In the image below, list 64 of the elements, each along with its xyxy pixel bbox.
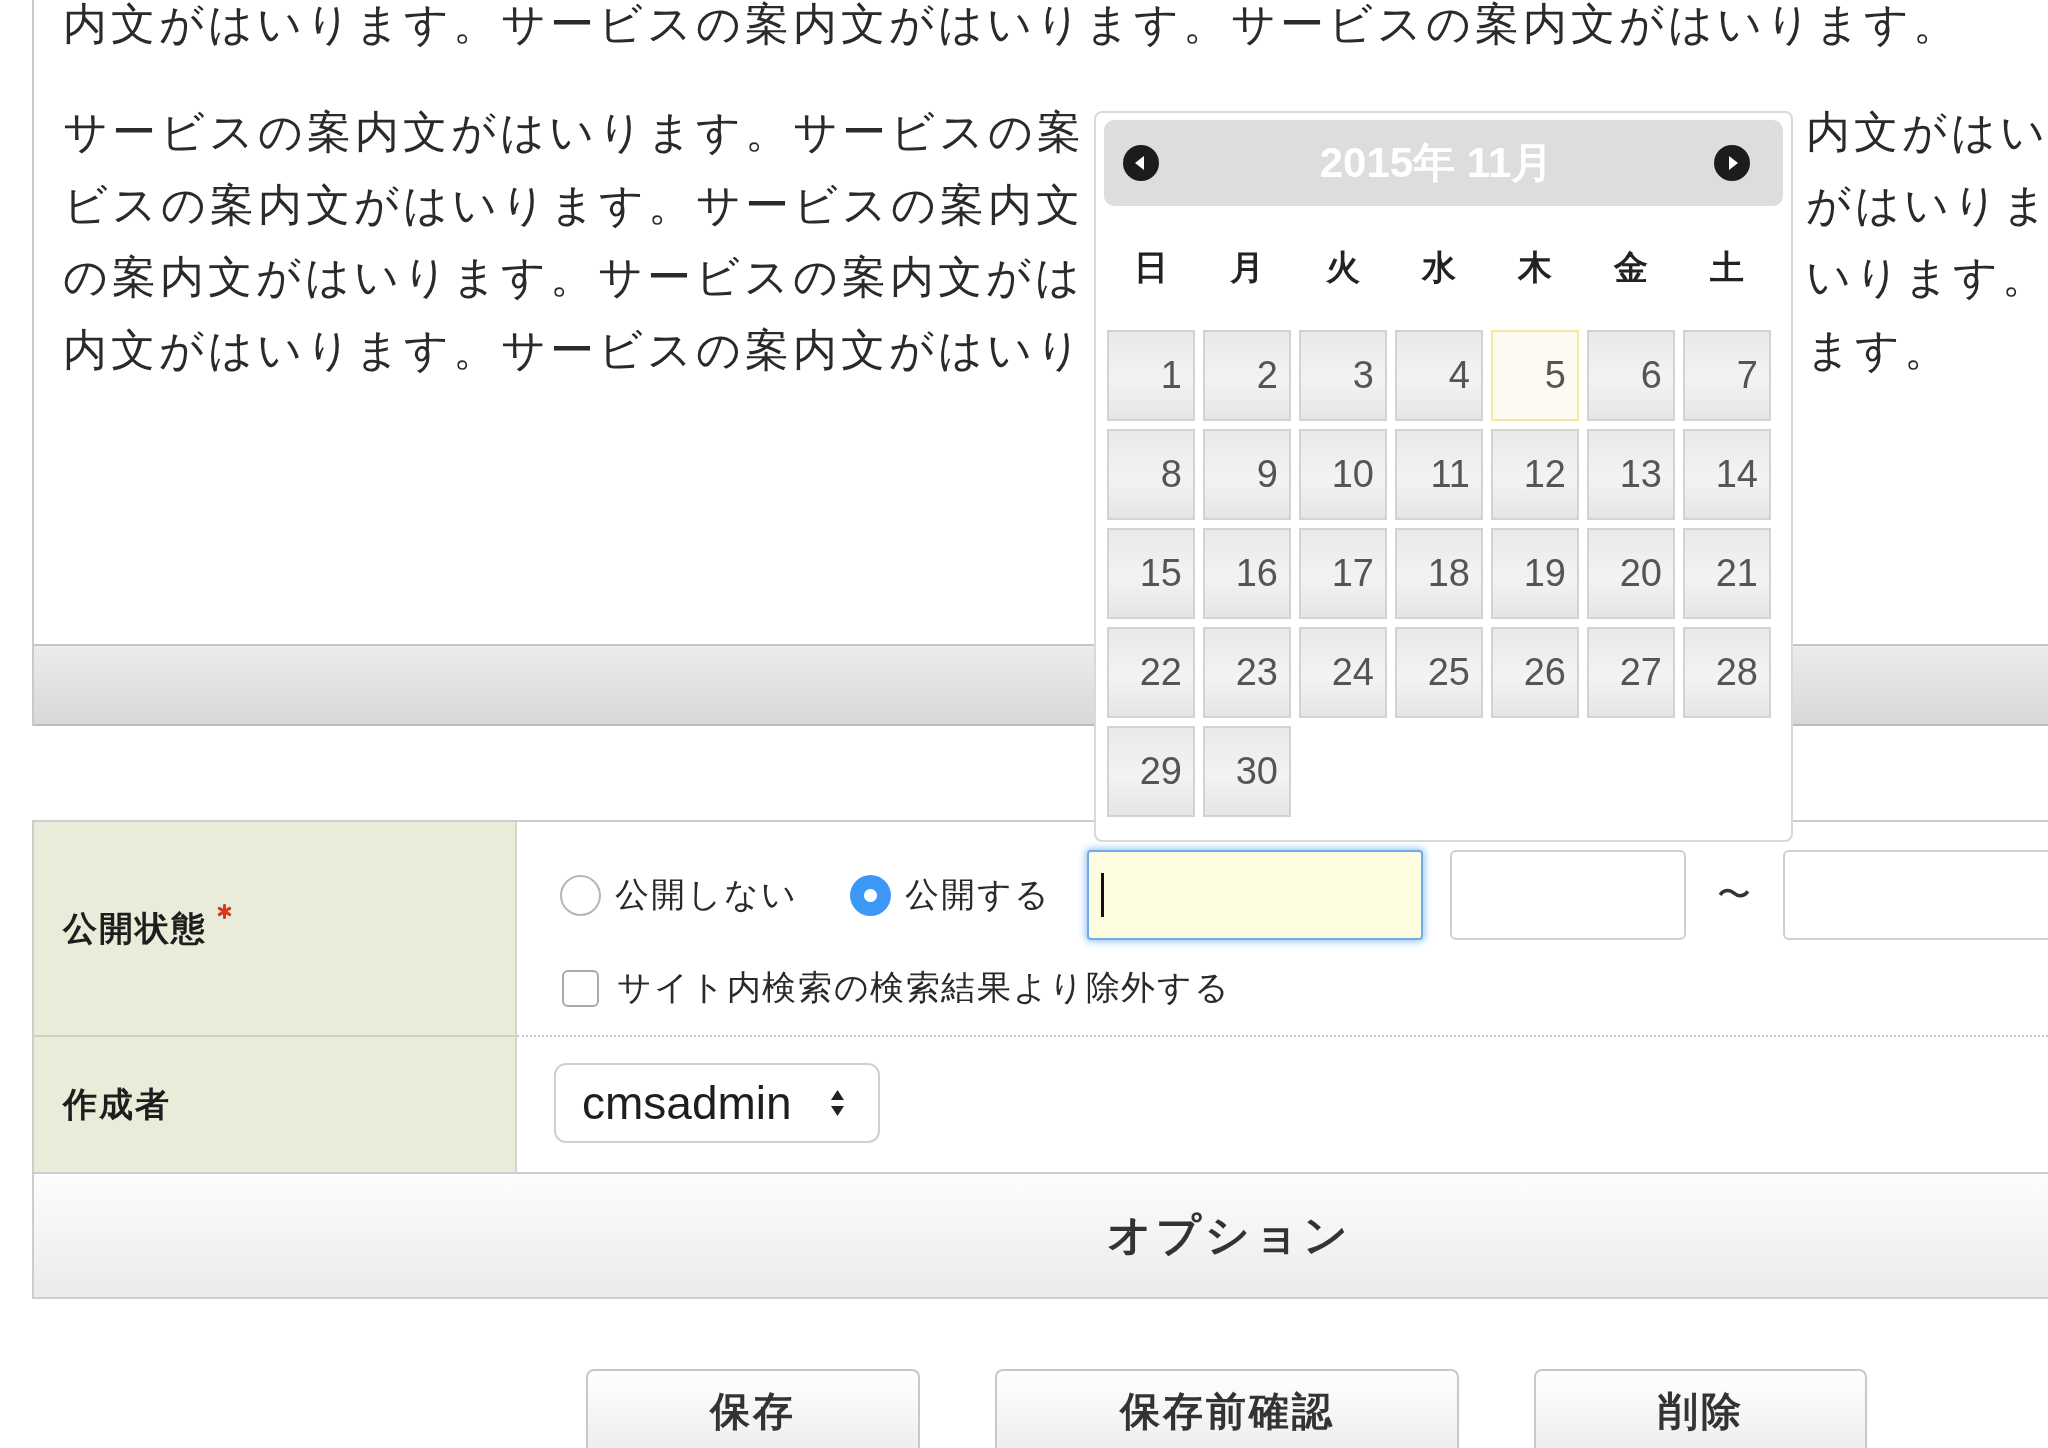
calendar-day[interactable]: 14 (1683, 429, 1771, 520)
calendar-day[interactable]: 11 (1395, 429, 1483, 520)
editor-text: サービスの案内文がはいります。サービスの案 (63, 106, 1085, 158)
weekday-label: 日 (1133, 247, 1169, 288)
text-cursor (1101, 873, 1104, 917)
editor-text: ビスの案内文がはいります。サービスの案内文 (63, 178, 1084, 231)
calendar-day[interactable]: 17 (1299, 528, 1387, 619)
calendar-day[interactable]: 25 (1395, 627, 1483, 718)
calendar-day[interactable]: 18 (1395, 528, 1483, 619)
calendar-day[interactable]: 13 (1587, 429, 1675, 520)
checkbox[interactable] (562, 969, 599, 1007)
calendar-day[interactable]: 16 (1203, 528, 1291, 619)
calendar-day[interactable]: 24 (1299, 627, 1387, 718)
calendar-day[interactable]: 30 (1203, 726, 1291, 817)
radio-button[interactable] (850, 874, 891, 916)
editor-text: いります。 (1806, 251, 2048, 303)
radio-button[interactable] (560, 874, 601, 916)
calendar-day[interactable]: 20 (1587, 528, 1675, 619)
weekday-label: 金 (1613, 247, 1649, 288)
calendar-day[interactable]: 21 (1683, 528, 1771, 619)
calendar-day[interactable]: 7 (1683, 330, 1771, 421)
checkbox-label[interactable]: サイト内検索の検索結果より除外する (617, 965, 1231, 1011)
calendar-day[interactable]: 8 (1107, 429, 1195, 520)
weekday-label: 木 (1516, 247, 1553, 288)
editor-text: 内文がはいります。サービスの案内文がはいり (63, 323, 1085, 376)
calendar-day[interactable]: 26 (1491, 627, 1579, 718)
calendar-day[interactable]: 1 (1107, 330, 1195, 421)
select-arrows-icon (829, 1087, 845, 1119)
calendar-day[interactable]: 10 (1299, 429, 1387, 520)
field-label: 公開状態 (63, 907, 207, 949)
calendar-day[interactable]: 27 (1587, 627, 1675, 718)
calendar-day[interactable]: 28 (1683, 627, 1771, 718)
weekday-label: 土 (1709, 247, 1745, 288)
options-header[interactable]: オプション (32, 1172, 2048, 1299)
calendar-day[interactable]: 6 (1587, 330, 1675, 421)
input-field[interactable] (1450, 850, 1686, 940)
editor-text: ます。 (1806, 323, 1952, 376)
weekday-label: 月 (1229, 247, 1265, 288)
calendar-day[interactable]: 22 (1107, 627, 1195, 718)
editor-text: 内文がはいります。サービスの案内文がはいります。サービスの案内文がはいります。 (63, 0, 1961, 48)
action-button[interactable]: 削除 (1534, 1369, 1867, 1448)
radio-label[interactable]: 公開する (905, 872, 1051, 918)
editor-text: がはいりま (1806, 178, 2048, 231)
calendar-day[interactable]: 3 (1299, 330, 1387, 421)
editor-text: の案内文がはいります。サービスの案内文がは (63, 251, 1084, 303)
calendar-day[interactable]: 5 (1491, 330, 1579, 421)
weekday-label: 火 (1324, 247, 1361, 288)
input-field[interactable] (1087, 850, 1423, 940)
field-label: 作成者 (63, 1083, 171, 1125)
calendar-day[interactable]: 9 (1203, 429, 1291, 520)
radio-label[interactable]: 公開しない (615, 872, 798, 918)
action-button[interactable]: 保存 (586, 1369, 920, 1448)
editor-text: 内文がはい (1806, 106, 2048, 158)
weekday-label: 水 (1420, 247, 1457, 288)
calendar-day[interactable]: 4 (1395, 330, 1483, 421)
calendar-day[interactable]: 29 (1107, 726, 1195, 817)
range-separator: 〜 (1717, 874, 1751, 915)
calendar-day[interactable]: 15 (1107, 528, 1195, 619)
calendar-day[interactable]: 19 (1491, 528, 1579, 619)
author-select[interactable]: cmsadmin (554, 1063, 880, 1143)
calendar-day[interactable]: 23 (1203, 627, 1291, 718)
action-button[interactable]: 保存前確認 (995, 1369, 1459, 1448)
calendar-day[interactable]: 12 (1491, 429, 1579, 520)
calendar-day[interactable]: 2 (1203, 330, 1291, 421)
